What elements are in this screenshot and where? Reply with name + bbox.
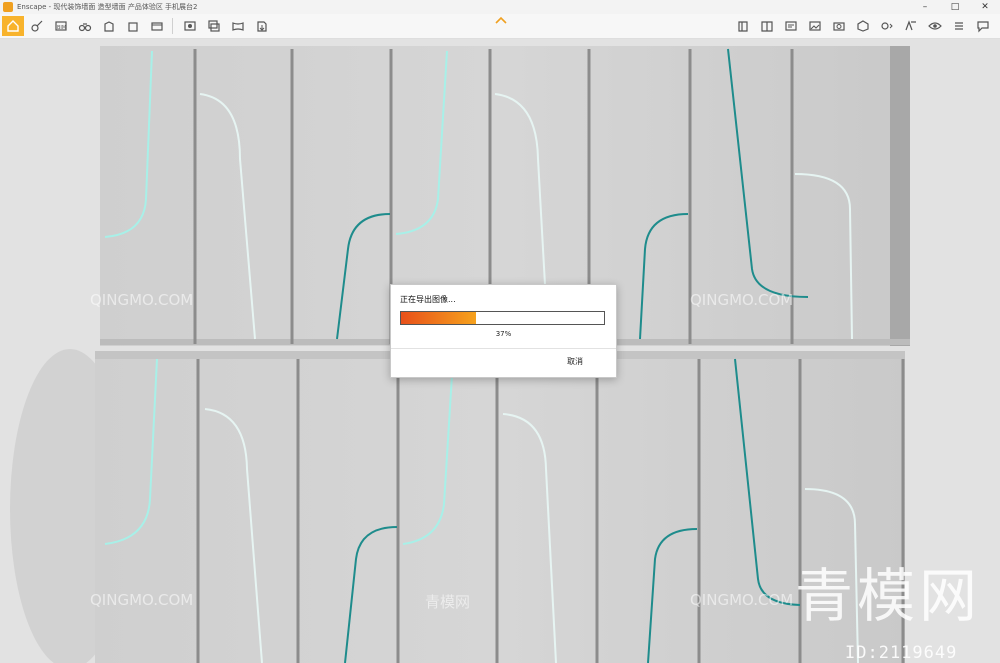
watermark-site-5: QINGMO.COM: [690, 591, 794, 609]
box-icon: [128, 22, 138, 32]
export-button[interactable]: [251, 16, 273, 36]
box-button[interactable]: [122, 16, 144, 36]
book-icon: [761, 21, 773, 32]
watermark-site-cn: 青模网: [425, 593, 471, 611]
watermark-id: ID:2119649: [845, 643, 958, 663]
export-icon: [257, 21, 267, 32]
lower-panel-row: [95, 351, 905, 663]
visual-settings-button[interactable]: [948, 16, 970, 36]
settings-button[interactable]: [780, 16, 802, 36]
feedback-icon: [977, 21, 989, 33]
views-icon: [905, 20, 916, 31]
binoculars-button[interactable]: [74, 16, 96, 36]
eye-button[interactable]: [924, 16, 946, 36]
panorama-icon: [232, 22, 244, 31]
binoculars-icon: [78, 23, 92, 32]
toolbar-right-group: [730, 16, 994, 36]
watermark-site-3: QINGMO.COM: [690, 291, 794, 309]
book-button[interactable]: [756, 16, 778, 36]
views-button[interactable]: [900, 16, 922, 36]
collapse-toolbar-icon[interactable]: [495, 16, 507, 24]
screenshot-button[interactable]: [179, 16, 201, 36]
batch-render-icon: [208, 20, 220, 32]
bim-button[interactable]: BIM: [50, 16, 72, 36]
eye-icon: [928, 22, 942, 30]
orbit-button[interactable]: [26, 16, 48, 36]
materials-button[interactable]: [876, 16, 898, 36]
toolbar-separator: [172, 18, 173, 34]
home-button[interactable]: [2, 16, 24, 36]
camera-button[interactable]: [828, 16, 850, 36]
title-bar: Enscape - 现代装饰墙面 造型墙面 产品体验区 手机展台2 – □ ✕: [0, 0, 1000, 15]
enscape-logo-icon: [3, 2, 13, 12]
progress-bar: [400, 311, 605, 325]
orbit-icon: [31, 20, 43, 32]
cube-button[interactable]: [852, 16, 874, 36]
dialog-divider: [391, 348, 616, 349]
cancel-button[interactable]: 取消: [567, 356, 583, 367]
materials-icon: [881, 22, 893, 30]
close-button[interactable]: ✕: [970, 0, 1000, 14]
minimize-button[interactable]: –: [910, 0, 940, 14]
panorama-button[interactable]: [227, 16, 249, 36]
screenshot-icon: [184, 21, 196, 31]
watermark-site-1: QINGMO.COM: [90, 291, 194, 309]
batch-render-button[interactable]: [203, 16, 225, 36]
camera-icon: [833, 22, 845, 31]
feedback-button[interactable]: [972, 16, 994, 36]
progress-percent: 37%: [495, 330, 512, 338]
image-icon: [809, 21, 821, 31]
export-progress-dialog: 正在导出图像... 37% 取消: [390, 284, 617, 378]
visual-settings-icon: [955, 22, 963, 30]
dialog-title: 正在导出图像...: [400, 295, 456, 304]
window-controls: – □ ✕: [910, 0, 1000, 14]
bim-icon: BIM: [55, 21, 67, 31]
film-button[interactable]: [146, 16, 168, 36]
progress-bar-fill: [401, 312, 477, 324]
image-button[interactable]: [804, 16, 826, 36]
watermark-brand: 青模网: [795, 562, 982, 630]
building-icon: [104, 21, 114, 32]
settings-icon: [785, 21, 797, 31]
window-title: Enscape - 现代装饰墙面 造型墙面 产品体验区 手机展台2: [17, 3, 198, 11]
maximize-button[interactable]: □: [940, 0, 970, 14]
cube-icon: [857, 20, 869, 32]
home-icon: [7, 20, 19, 32]
asset-library-button[interactable]: [732, 16, 754, 36]
building-button[interactable]: [98, 16, 120, 36]
asset-library-icon: [738, 21, 748, 32]
watermark-site-4: QINGMO.COM: [90, 591, 194, 609]
film-icon: [151, 22, 163, 31]
svg-text:BIM: BIM: [57, 25, 66, 31]
